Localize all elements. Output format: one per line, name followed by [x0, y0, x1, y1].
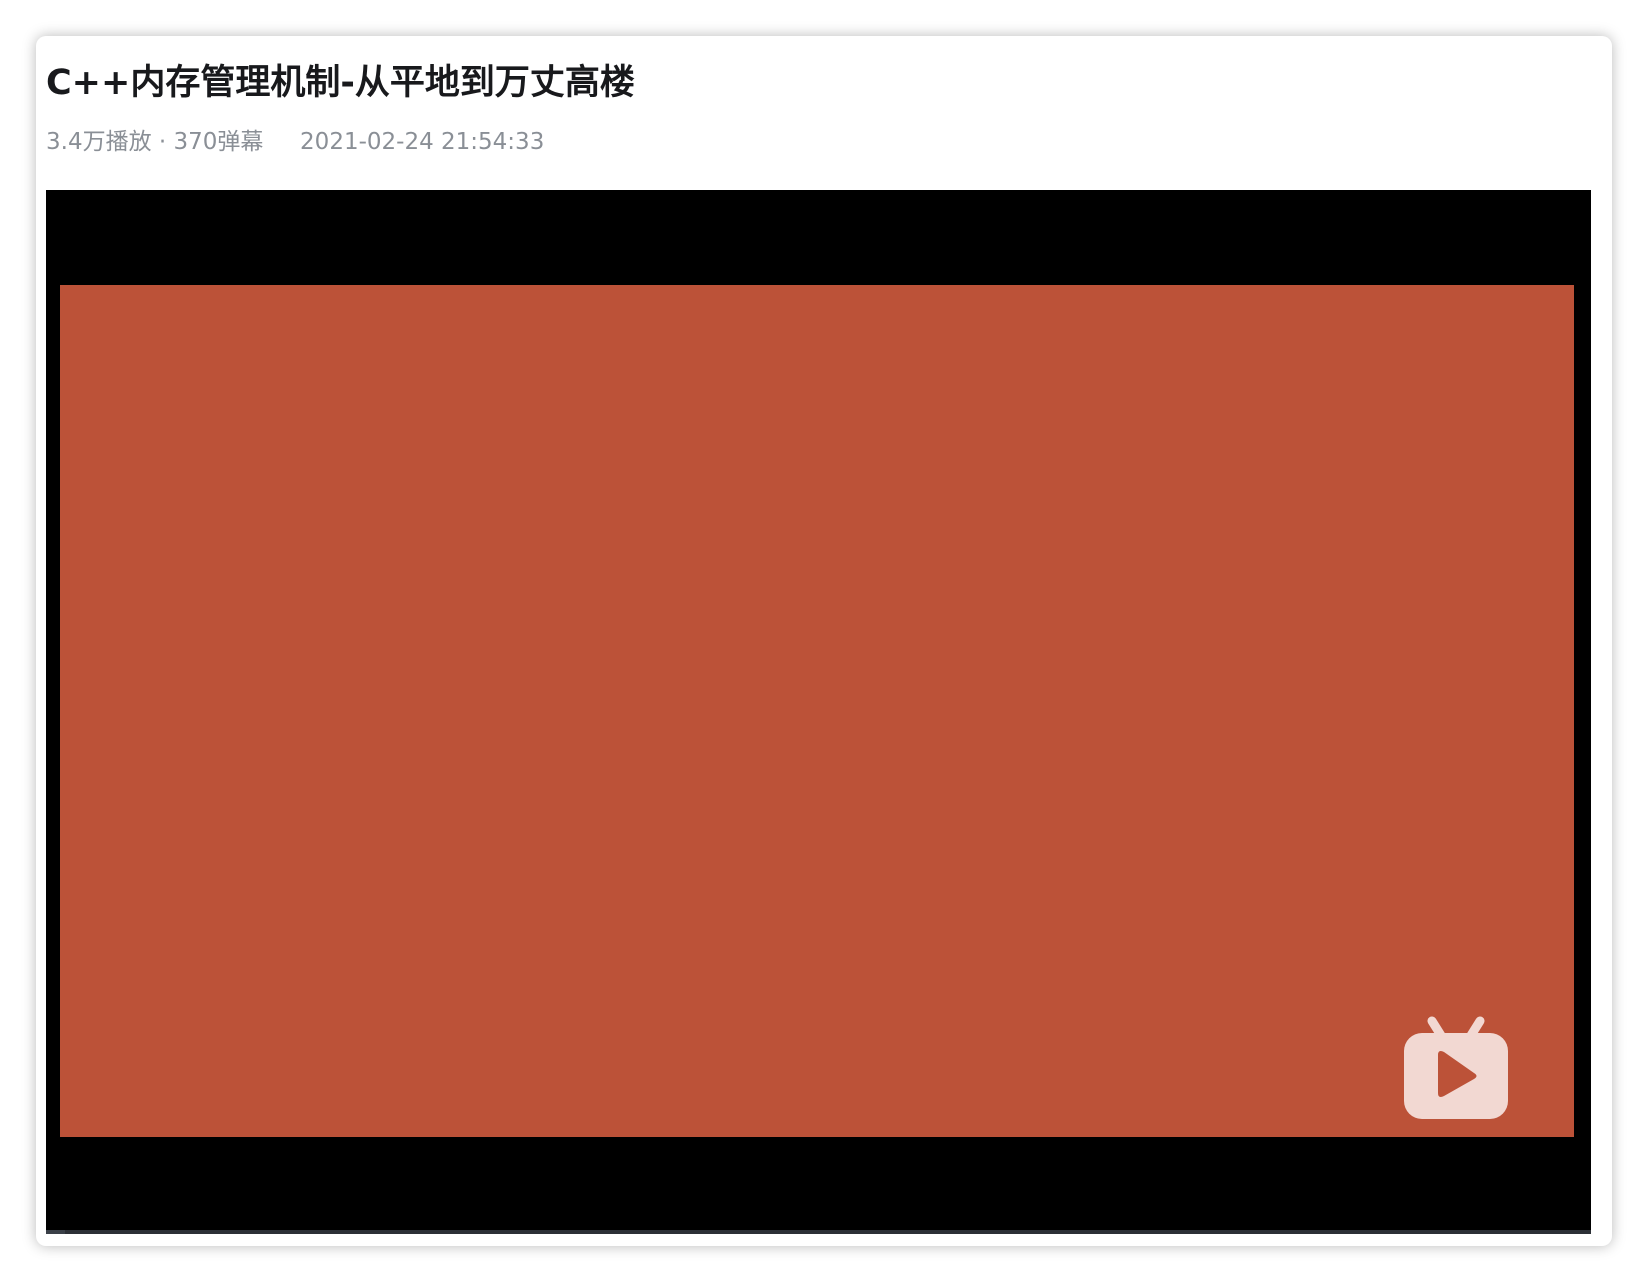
video-title[interactable]: C++内存管理机制-从平地到万丈高楼 [46, 54, 635, 105]
video-frame[interactable] [60, 285, 1574, 1137]
publish-date: 2021-02-24 21:54:33 [300, 129, 545, 155]
meta-separator: · [158, 129, 167, 155]
video-player[interactable] [46, 190, 1591, 1234]
progress-fill [46, 1230, 65, 1234]
bilibili-tv-play-icon [1404, 1016, 1508, 1119]
video-card: C++内存管理机制-从平地到万丈高楼 3.4万播放 · 370弹幕 2021-0… [36, 36, 1612, 1246]
progress-bar[interactable] [46, 1230, 1591, 1234]
video-meta: 3.4万播放 · 370弹幕 2021-02-24 21:54:33 [46, 122, 544, 156]
danmaku-count: 370弹幕 [173, 129, 264, 155]
view-count: 3.4万播放 [46, 129, 152, 155]
